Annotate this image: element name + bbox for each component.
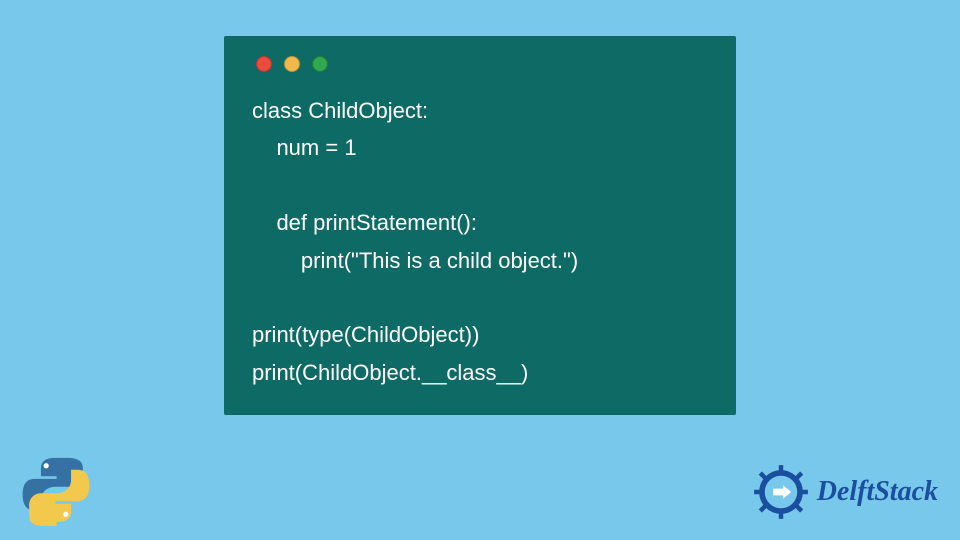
brand-gear-icon	[753, 464, 809, 520]
python-logo-icon	[20, 454, 92, 526]
maximize-icon	[312, 56, 328, 72]
brand-name: DelftStack	[817, 476, 938, 508]
code-window: class ChildObject: num = 1 def printStat…	[224, 36, 736, 415]
code-block: class ChildObject: num = 1 def printStat…	[252, 92, 708, 391]
minimize-icon	[284, 56, 300, 72]
brand-logo: DelftStack	[753, 464, 938, 520]
window-traffic-lights	[252, 56, 708, 72]
close-icon	[256, 56, 272, 72]
